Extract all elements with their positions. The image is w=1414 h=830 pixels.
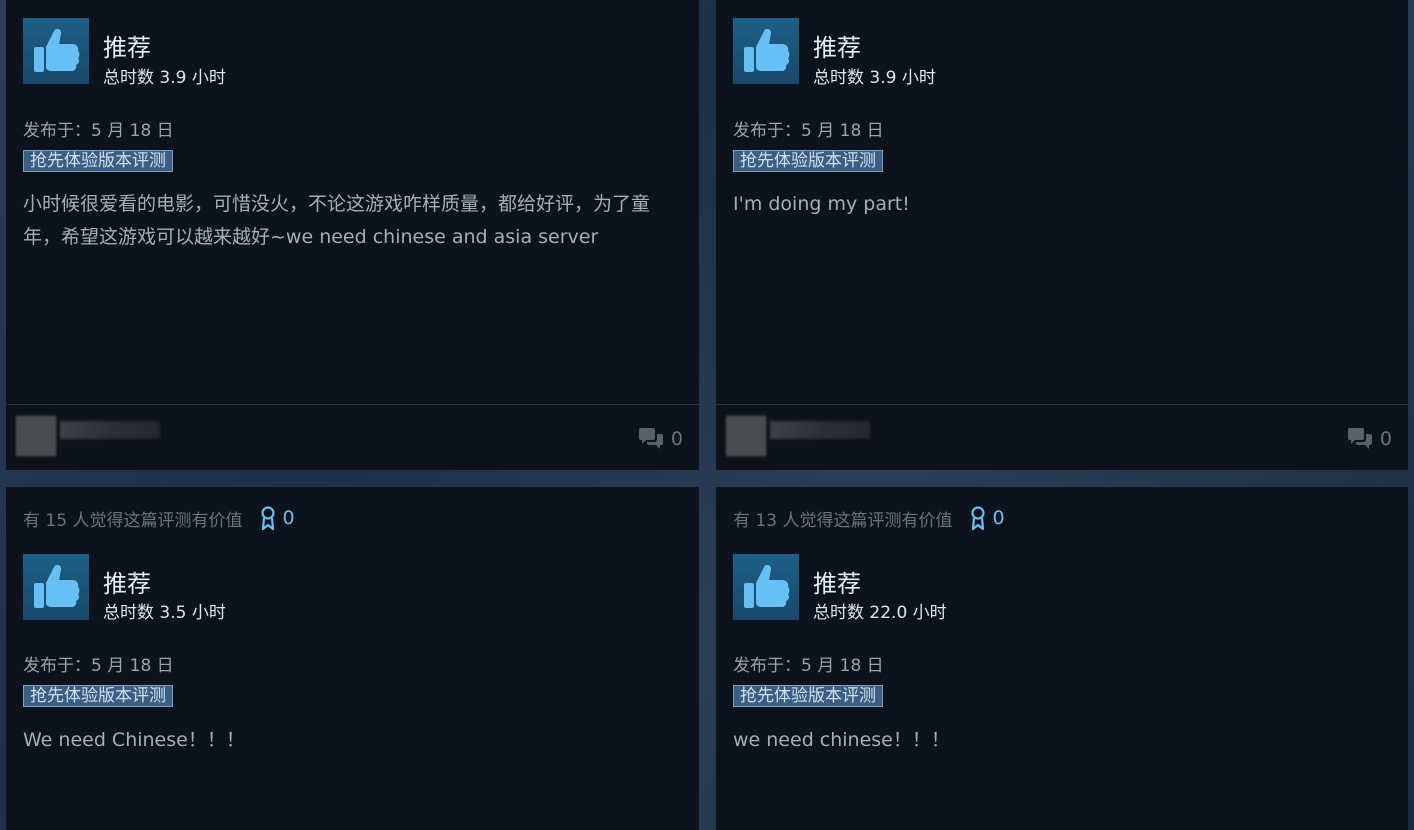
- recommendation-label: 推荐: [813, 570, 861, 598]
- username-blurred[interactable]: [60, 421, 160, 439]
- early-access-badge: 抢先体验版本评测: [733, 685, 883, 707]
- playtime-hours: 总时数 22.0 小时: [813, 603, 947, 623]
- playtime-hours: 总时数 3.9 小时: [813, 68, 936, 88]
- recommend-thumb[interactable]: [23, 554, 89, 620]
- early-access-badge: 抢先体验版本评测: [23, 150, 173, 172]
- award-count: 0: [992, 507, 1005, 529]
- recommendation-label: 推荐: [813, 34, 861, 62]
- early-access-badge: 抢先体验版本评测: [23, 685, 173, 707]
- review-content: 小时候很爱看的电影，可惜没火，不论这游戏咋样质量，都给好评，为了童年，希望这游戏…: [23, 193, 651, 248]
- comments-button[interactable]: 0: [1347, 428, 1392, 450]
- helpful-info: 有 15 人觉得这篇评测有价值 0: [23, 506, 295, 531]
- posted-date: 发布于：5 月 18 日: [733, 121, 884, 141]
- divider: [6, 404, 699, 405]
- username-blurred[interactable]: [770, 421, 870, 439]
- thumbs-up-icon: [744, 28, 790, 72]
- recommend-thumb[interactable]: [23, 18, 89, 84]
- posted-date: 发布于：5 月 18 日: [23, 656, 174, 676]
- posted-date: 发布于：5 月 18 日: [23, 121, 174, 141]
- avatar[interactable]: [726, 416, 766, 456]
- recommendation-label: 推荐: [103, 34, 151, 62]
- review-card: 推荐 总时数 3.9 小时 发布于：5 月 18 日 抢先体验版本评测 I'm …: [716, 0, 1408, 470]
- playtime-hours: 总时数 3.5 小时: [103, 603, 226, 623]
- review-card: 有 13 人觉得这篇评测有价值 0 推荐 总时数 22.0 小时 发布于：5 月…: [716, 487, 1408, 830]
- recommend-thumb[interactable]: [733, 554, 799, 620]
- divider: [716, 404, 1408, 405]
- award-count: 0: [282, 507, 295, 529]
- comment-count: 0: [670, 428, 683, 450]
- playtime-hours: 总时数 3.9 小时: [103, 68, 226, 88]
- avatar[interactable]: [16, 416, 56, 456]
- thumbs-up-icon: [744, 564, 790, 608]
- recommend-thumb[interactable]: [733, 18, 799, 84]
- comment-bubbles-icon: [1347, 428, 1372, 449]
- review-card: 有 15 人觉得这篇评测有价值 0 推荐 总时数 3.5 小时 发布于：5 月 …: [6, 487, 699, 830]
- comments-button[interactable]: 0: [638, 428, 683, 450]
- thumbs-up-icon: [34, 28, 80, 72]
- award-ribbon-icon: [971, 506, 986, 530]
- award-ribbon-icon: [261, 506, 276, 530]
- review-card: 推荐 总时数 3.9 小时 发布于：5 月 18 日 抢先体验版本评测 小时候很…: [6, 0, 699, 470]
- recommendation-label: 推荐: [103, 570, 151, 598]
- thumbs-up-icon: [34, 564, 80, 608]
- early-access-badge: 抢先体验版本评测: [733, 150, 883, 172]
- award-button[interactable]: 0: [260, 506, 295, 530]
- award-button[interactable]: 0: [970, 506, 1005, 530]
- review-content: I'm doing my part!: [733, 193, 910, 215]
- review-content: we need chinese！！！: [733, 729, 950, 751]
- comment-count: 0: [1379, 428, 1392, 450]
- helpful-count-text: 有 15 人觉得这篇评测有价值: [23, 510, 243, 531]
- comment-bubbles-icon: [638, 428, 663, 449]
- helpful-count-text: 有 13 人觉得这篇评测有价值: [733, 510, 953, 531]
- posted-date: 发布于：5 月 18 日: [733, 656, 884, 676]
- helpful-info: 有 13 人觉得这篇评测有价值 0: [733, 506, 1005, 531]
- review-content: We need Chinese！！！: [23, 729, 245, 751]
